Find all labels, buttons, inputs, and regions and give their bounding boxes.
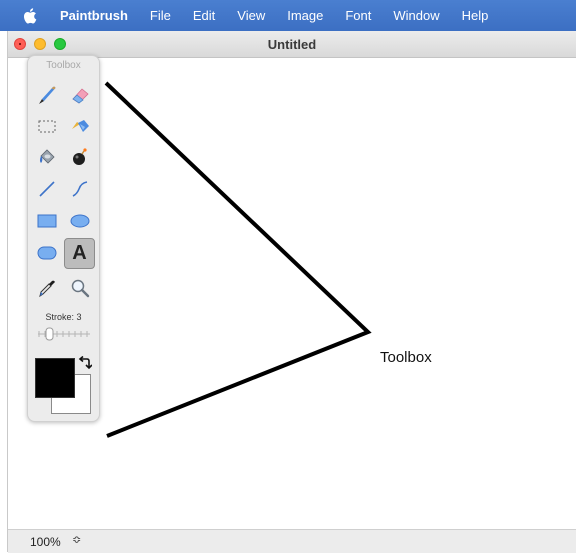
status-bar: 100% ≎	[8, 529, 576, 553]
menu-edit[interactable]: Edit	[193, 8, 215, 23]
canvas-text-label: Toolbox	[380, 349, 432, 366]
title-bar[interactable]: Untitled	[8, 31, 576, 58]
eyedropper-icon	[39, 280, 55, 298]
foreground-color-swatch[interactable]	[35, 358, 75, 398]
text-tool-button[interactable]: A	[64, 238, 95, 269]
toolbox-title: Toolbox	[46, 60, 81, 71]
magnifier-icon	[71, 279, 90, 298]
curve-icon	[72, 181, 88, 197]
rectangle-icon	[37, 214, 57, 228]
eyedropper-tool-button[interactable]	[33, 274, 61, 302]
menu-window[interactable]: Window	[393, 8, 439, 23]
zoom-level[interactable]: 100%	[30, 535, 61, 549]
bomb-tool-button[interactable]	[66, 143, 94, 171]
ellipse-tool-button[interactable]	[66, 207, 94, 235]
selection-icon	[38, 120, 56, 133]
menu-view[interactable]: View	[237, 8, 265, 23]
curve-tool-button[interactable]	[66, 175, 94, 203]
paint-bucket-tool-button[interactable]	[33, 143, 61, 171]
zoom-tool-button[interactable]	[66, 274, 94, 302]
paint-bucket-icon	[40, 149, 55, 164]
stroke-slider-thumb[interactable]	[45, 327, 54, 341]
brush-icon	[39, 86, 56, 104]
brush-tool-button[interactable]	[33, 81, 61, 109]
menu-font[interactable]: Font	[345, 8, 371, 23]
spray-tool-button[interactable]	[66, 112, 94, 140]
stroke-slider[interactable]	[36, 327, 92, 341]
menu-bar: Paintbrush File Edit View Image Font Win…	[0, 0, 576, 31]
apple-icon[interactable]	[23, 7, 37, 24]
menu-help[interactable]: Help	[462, 8, 489, 23]
rectangle-tool-button[interactable]	[33, 207, 61, 235]
toolbox-palette[interactable]: Toolbox A Stroke: 3	[27, 55, 100, 422]
stroke-label: Stroke: 3	[45, 312, 82, 322]
ellipse-icon	[70, 214, 90, 228]
eraser-tool-button[interactable]	[66, 81, 94, 109]
text-icon: A	[72, 242, 87, 264]
eraser-icon	[72, 88, 89, 104]
rounded-rectangle-icon	[37, 246, 57, 260]
line-tool-button[interactable]	[33, 175, 61, 203]
menu-app-name[interactable]: Paintbrush	[60, 8, 128, 23]
menu-image[interactable]: Image	[287, 8, 323, 23]
swap-colors-icon[interactable]	[78, 356, 92, 370]
menu-file[interactable]: File	[150, 8, 171, 23]
spray-icon	[72, 120, 89, 132]
line-icon	[39, 181, 55, 197]
bomb-icon	[73, 148, 87, 165]
window-title: Untitled	[267, 37, 317, 52]
zoom-stepper-icon[interactable]: ≎	[72, 533, 81, 546]
rounded-rectangle-tool-button[interactable]	[33, 239, 61, 267]
selection-tool-button[interactable]	[33, 112, 61, 140]
